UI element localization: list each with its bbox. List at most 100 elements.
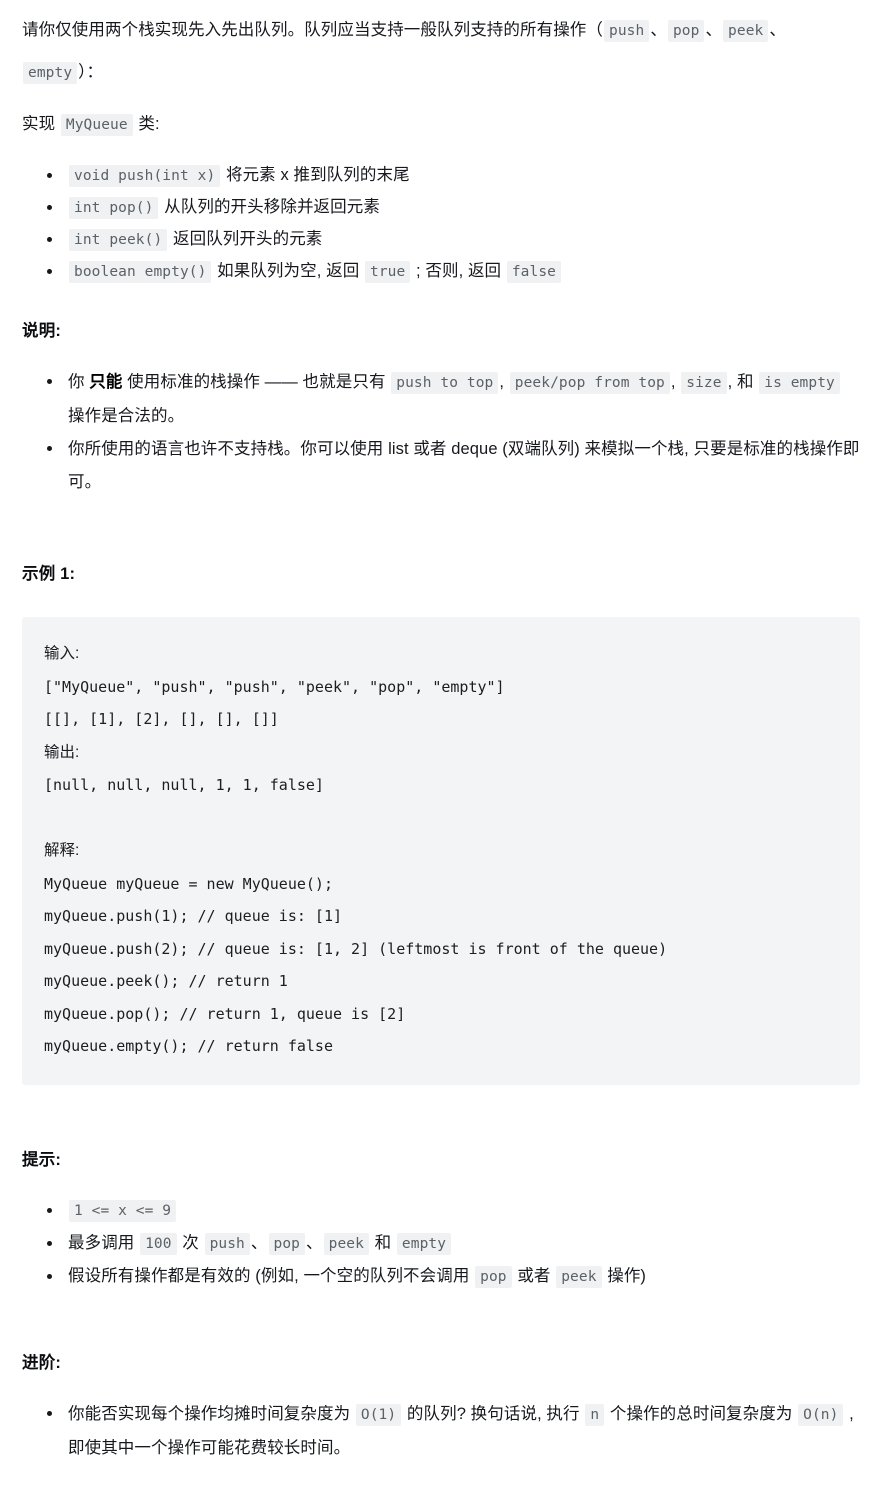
list-item: int peek() 返回队列开头的元素 [47, 224, 861, 256]
hint-3-text-2: 或者 [512, 1266, 556, 1285]
inline-code-push-to-top: push to top [391, 372, 499, 394]
inline-code-false: false [506, 261, 561, 283]
list-item: 1 <= x <= 9 [47, 1195, 861, 1227]
intro-sep-3: 、 [769, 21, 786, 39]
example-input-line-1: ["MyQueue", "push", "push", "peek", "pop… [44, 677, 505, 696]
advanced-list: 你能否实现每个操作均摊时间复杂度为 O(1) 的队列? 换句话说, 执行 n 个… [22, 1398, 861, 1465]
note-1-emphasis: 只能 [89, 373, 123, 391]
inline-code-push: push [604, 20, 650, 42]
implement-class-paragraph: 实现 MyQueue 类: [22, 104, 861, 146]
inline-code-int-peek: int peek() [69, 229, 168, 251]
hints-heading: 提示: [22, 1150, 62, 1169]
example-explain-line-1: MyQueue myQueue = new MyQueue(); [44, 874, 333, 893]
list-item: int pop() 从队列的开头移除并返回元素 [47, 192, 861, 224]
api-desc-empty-1: 如果队列为空, 返回 [212, 262, 364, 280]
inline-code-void-push: void push(int x) [69, 165, 221, 187]
example-explain-label: 解释: [44, 842, 80, 859]
example-code-block: 输入: ["MyQueue", "push", "push", "peek", … [22, 617, 860, 1085]
hint-2-sep-2: 、 [306, 1233, 323, 1252]
api-desc-pop: 从队列的开头移除并返回元素 [159, 198, 380, 216]
inline-code-peek: peek [723, 20, 769, 42]
inline-code-100: 100 [140, 1232, 177, 1255]
advanced-1-text-3: 个操作的总时间复杂度为 [605, 1404, 798, 1423]
inline-code-empty: empty [23, 62, 78, 84]
intro-sep-2: 、 [705, 21, 723, 39]
note-1-text-2: 使用标准的栈操作 —— 也就是只有 [122, 373, 391, 391]
api-desc-peek: 返回队列开头的元素 [168, 230, 323, 248]
example-input-label: 输入: [44, 645, 80, 662]
intro-text-before: 请你仅使用两个栈实现先入先出队列。队列应当支持一般队列支持的所有操作（ [22, 21, 603, 39]
inline-code-n: n [585, 1403, 605, 1426]
inline-code-is-empty: is empty [759, 372, 840, 394]
inline-code-pop: pop [667, 20, 705, 42]
problem-description-page: 请你仅使用两个栈实现先入先出队列。队列应当支持一般队列支持的所有操作（ push、… [0, 0, 881, 1485]
note-1-sep-1: , [499, 373, 509, 391]
api-desc-empty-2: ; 否则, 返回 [411, 262, 506, 280]
example-explain-line-3: myQueue.push(2); // queue is: [1, 2] (le… [44, 939, 668, 958]
example-explain-line-5: myQueue.pop(); // return 1, queue is [2] [44, 1004, 406, 1023]
example-output-label: 输出: [44, 743, 80, 761]
inline-code-boolean-empty: boolean empty() [69, 261, 212, 283]
notes-heading: 说明: [22, 322, 62, 340]
list-item: 你 只能 使用标准的栈操作 —— 也就是只有 push to top, peek… [47, 366, 861, 433]
example-explain-line-2: myQueue.push(1); // queue is: [1] [44, 907, 343, 925]
note-1-text-1: 你 [68, 373, 90, 391]
example-input-line-2: [[], [1], [2], [], [], []] [44, 710, 279, 728]
intro-sep-1: 、 [650, 21, 667, 39]
implement-suffix: 类: [133, 115, 160, 133]
inline-code-hint-push: push [204, 1232, 250, 1255]
inline-code-hint3-peek: peek [556, 1265, 602, 1288]
hint-2-text-2: 次 [177, 1233, 204, 1252]
hint-2-text-1: 最多调用 [68, 1233, 140, 1252]
inline-code-int-pop: int pop() [69, 197, 159, 219]
example-explain-line-4: myQueue.peek(); // return 1 [44, 972, 288, 990]
note-2-text: 你所使用的语言也许不支持栈。你可以使用 list 或者 deque (双端队列)… [68, 440, 860, 491]
example-heading: 示例 1: [22, 565, 76, 583]
inline-code-peek-pop-from-top: peek/pop from top [509, 372, 670, 394]
inline-code-myqueue: MyQueue [60, 114, 133, 136]
note-1-text-4: 操作是合法的。 [68, 407, 185, 425]
hint-3-text-3: 操作) [602, 1266, 647, 1285]
list-item: 最多调用 100 次 push、 pop、 peek 和 empty [47, 1228, 861, 1260]
advanced-heading: 进阶: [22, 1353, 62, 1372]
hints-list: 1 <= x <= 9 最多调用 100 次 push、 pop、 peek 和 e… [22, 1195, 861, 1293]
list-item: void push(int x) 将元素 x 推到队列的末尾 [47, 160, 861, 192]
note-1-text-3: , 和 [727, 373, 759, 391]
list-item: boolean empty() 如果队列为空, 返回 true ; 否则, 返回… [47, 256, 861, 288]
intro-paragraph: 请你仅使用两个栈实现先入先出队列。队列应当支持一般队列支持的所有操作（ push、… [22, 10, 861, 94]
api-method-list: void push(int x) 将元素 x 推到队列的末尾 int pop()… [22, 160, 861, 288]
inline-code-x-range: 1 <= x <= 9 [69, 1199, 177, 1222]
intro-text-after: ）： [78, 63, 104, 81]
notes-list: 你 只能 使用标准的栈操作 —— 也就是只有 push to top, peek… [22, 366, 861, 499]
inline-code-hint-peek: peek [323, 1232, 369, 1255]
inline-code-o-n: O(n) [798, 1403, 844, 1426]
inline-code-hint3-pop: pop [475, 1265, 512, 1288]
inline-code-hint-pop: pop [268, 1232, 305, 1255]
example-explain-line-6: myQueue.empty(); // return false [44, 1037, 333, 1055]
list-item: 你所使用的语言也许不支持栈。你可以使用 list 或者 deque (双端队列)… [47, 433, 861, 499]
list-item: 假设所有操作都是有效的 (例如, 一个空的队列不会调用 pop 或者 peek … [47, 1261, 861, 1293]
advanced-1-text-1: 你能否实现每个操作均摊时间复杂度为 [68, 1404, 355, 1423]
inline-code-hint-empty: empty [396, 1232, 452, 1255]
hint-2-sep-1: 、 [250, 1233, 268, 1252]
example-output-line-1: [null, null, null, 1, 1, false] [44, 776, 324, 794]
inline-code-true: true [365, 261, 411, 283]
implement-prefix: 实现 [22, 115, 60, 133]
note-1-sep-2: , [670, 373, 681, 391]
hint-2-text-3: 和 [369, 1233, 396, 1252]
inline-code-o-1: O(1) [355, 1403, 402, 1426]
inline-code-size: size [681, 372, 727, 394]
advanced-1-text-2: 的队列? 换句话说, 执行 [402, 1404, 585, 1423]
list-item: 你能否实现每个操作均摊时间复杂度为 O(1) 的队列? 换句话说, 执行 n 个… [47, 1398, 861, 1465]
api-desc-push: 将元素 x 推到队列的末尾 [221, 166, 410, 184]
